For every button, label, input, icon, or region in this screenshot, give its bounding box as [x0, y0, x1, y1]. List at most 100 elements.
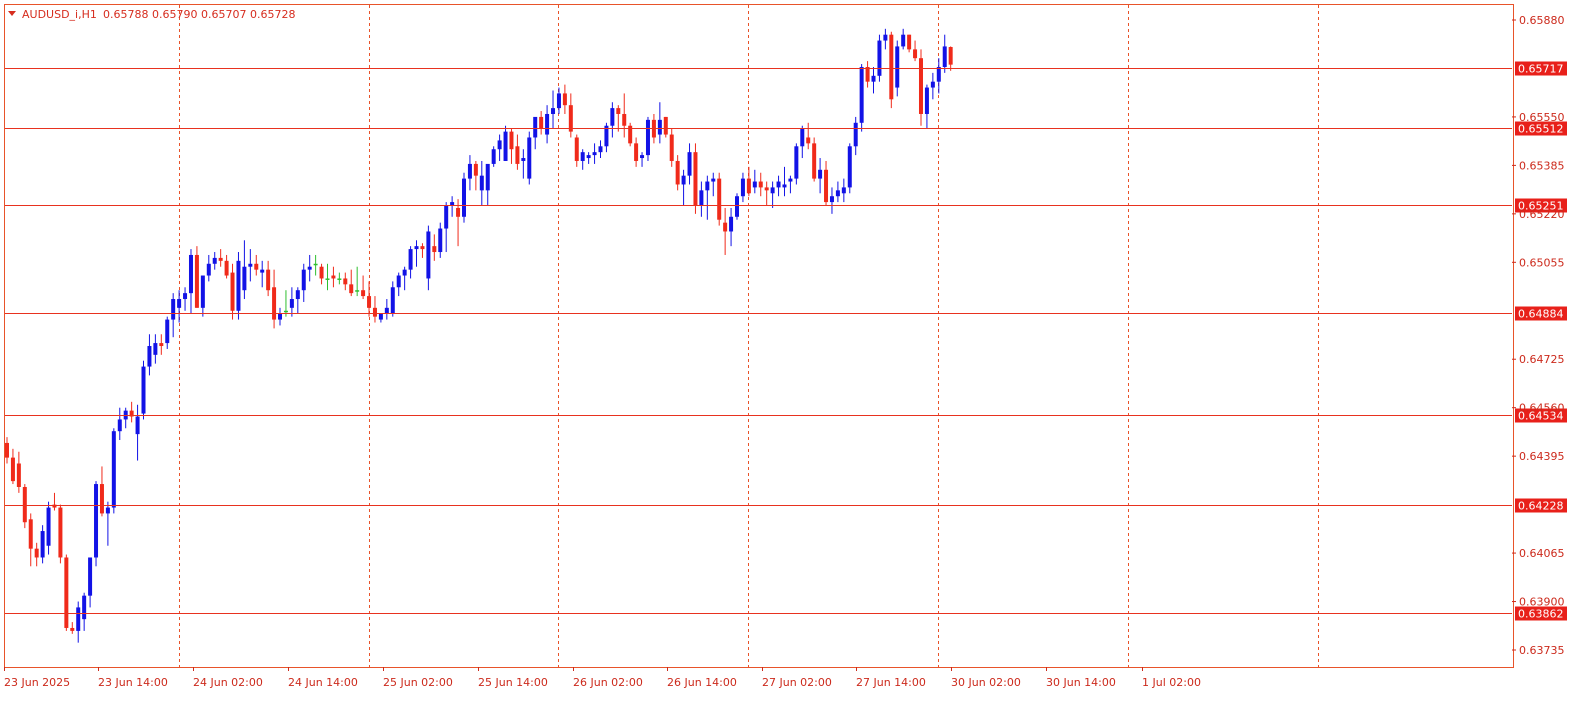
candle-body [533, 116, 538, 138]
candle-body [266, 269, 271, 291]
price-tick-label: 0.64725 [1519, 353, 1565, 366]
candle-body [272, 287, 277, 320]
candle-body [681, 175, 686, 185]
price-tick-label: 0.64065 [1519, 547, 1565, 560]
candle-body [313, 263, 318, 266]
price-tick-label: 0.65055 [1519, 256, 1565, 269]
candle-body [705, 181, 710, 191]
candle [58, 504, 63, 564]
candle-body [200, 275, 205, 308]
time-tick-label: 26 Jun 14:00 [667, 676, 737, 689]
time-tick-label: 1 Jul 02:00 [1142, 676, 1201, 689]
candle [141, 360, 146, 420]
candle-body [349, 284, 354, 294]
candle-body [889, 34, 894, 100]
candle-body [278, 313, 283, 320]
candle-body [355, 290, 360, 292]
candle-body [319, 266, 324, 279]
candle-body [539, 116, 544, 129]
candle-body [521, 158, 526, 161]
level-tag-label: 0.64228 [1518, 500, 1564, 513]
price-tick-label: 0.64395 [1519, 450, 1565, 463]
candle-body [426, 231, 431, 279]
time-tick-label: 23 Jun 14:00 [98, 676, 168, 689]
chart-canvas[interactable]: 0.657170.655120.652510.648840.645340.642… [0, 0, 1586, 703]
candle [812, 137, 817, 182]
candle-body [76, 607, 81, 631]
candle-body [723, 222, 728, 232]
candle-body [438, 228, 443, 253]
candle-body [610, 108, 615, 126]
candle-body [657, 119, 662, 135]
candle-body [206, 263, 211, 276]
candle-body [171, 299, 176, 320]
candle-body [188, 254, 193, 294]
candle-body [337, 278, 342, 280]
candle-body [699, 190, 704, 206]
candle-body [800, 128, 805, 147]
candle-body [450, 202, 455, 206]
price-tick-label: 0.65880 [1519, 14, 1565, 27]
candle-body [94, 484, 99, 558]
candle-body [545, 113, 550, 135]
candle [94, 481, 99, 567]
candle-body [729, 216, 734, 232]
candle-body [82, 595, 87, 620]
candle [663, 116, 668, 138]
candle-body [752, 181, 757, 188]
candle-body [770, 187, 775, 194]
price-tick-label: 0.63735 [1519, 644, 1565, 657]
candle-body [497, 140, 502, 150]
candle-body [865, 66, 870, 82]
level-tag-label: 0.65512 [1518, 123, 1564, 136]
candle [645, 116, 650, 161]
time-tick-label: 26 Jun 02:00 [573, 676, 643, 689]
candle-body [592, 152, 597, 156]
candle-body [283, 310, 288, 313]
candle-body [586, 155, 591, 159]
candle-body [640, 155, 645, 159]
candle-body [562, 93, 567, 106]
price-tick-label: 0.65385 [1519, 159, 1565, 172]
candle-body [871, 75, 876, 82]
candle-body [818, 169, 823, 179]
candle-body [307, 266, 312, 270]
candle-body [527, 137, 532, 179]
candle [461, 172, 466, 223]
price-chart[interactable]: 0.65717 0.65512 0.65251 0.64884 0.64534 0.642… [0, 0, 1586, 703]
candle-body [390, 287, 395, 314]
candle-body [153, 343, 158, 355]
chart-title: AUDUSD_i,H1 0.65788 0.65790 0.65707 0.65… [8, 8, 295, 21]
level-tag-label: 0.63862 [1518, 608, 1564, 621]
candle-body [877, 40, 882, 76]
candle-body [824, 169, 829, 203]
candle-body [794, 146, 799, 179]
level-tag-label: 0.64884 [1518, 308, 1564, 321]
candle-body [325, 278, 330, 280]
candle-body [16, 463, 21, 487]
candle-body [936, 66, 941, 82]
candle-body [515, 146, 520, 164]
candle-body [669, 134, 674, 161]
candle-body [918, 58, 923, 114]
time-tick-label: 25 Jun 02:00 [383, 676, 453, 689]
candle-body [378, 313, 383, 320]
candle-body [853, 122, 858, 147]
candle-body [301, 269, 306, 291]
candle-body [456, 207, 461, 217]
price-tick-label: 0.63900 [1519, 596, 1565, 609]
candle-body [99, 484, 104, 514]
candle-body [183, 293, 188, 300]
candle-body [551, 108, 556, 114]
candle-body [58, 507, 63, 558]
candle-body [236, 260, 241, 311]
candle [693, 143, 698, 214]
candle [717, 172, 722, 226]
candle-body [40, 531, 45, 558]
candle-body [396, 275, 401, 288]
candle [22, 484, 27, 529]
candle [527, 131, 532, 185]
candle-body [812, 143, 817, 179]
candle-body [693, 152, 698, 206]
candle-body [895, 46, 900, 88]
